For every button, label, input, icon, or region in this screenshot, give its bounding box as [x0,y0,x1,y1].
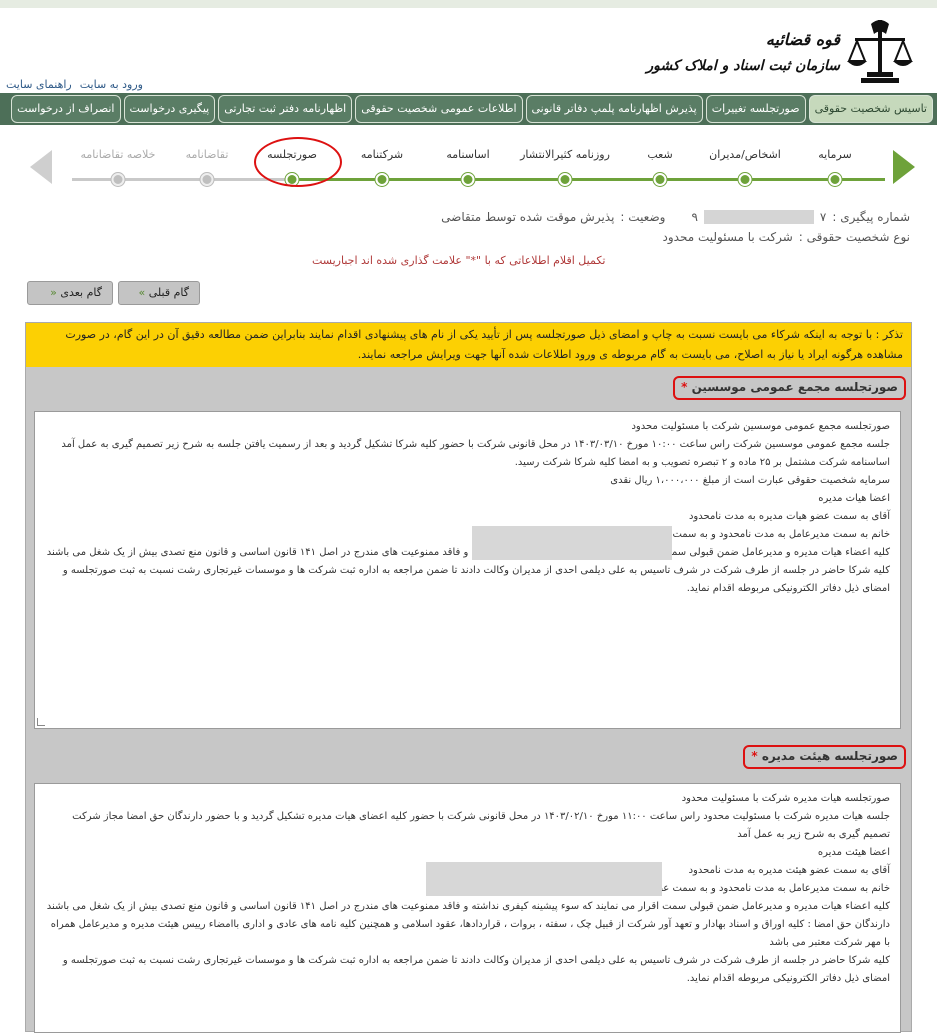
notice-banner: تذکر : با توجه به اینکه شرکاء می بایست ن… [26,323,911,367]
request-info: شماره پیگیری : ۷ ۹ وضعیت : پذیرش موقت شد… [441,207,910,247]
text-line: جلسه مجمع عمومی موسسین شرکت راس ساعت ۱۰:… [61,439,890,450]
step-dot [738,173,752,186]
section-title-founders-meeting: صورتجلسه مجمع عمومی موسسین * [673,376,906,400]
logo-subtitle: سازمان ثبت اسناد و املاک کشور [646,58,840,74]
step-forward-arrow-icon[interactable] [893,150,915,184]
scales-emblem-icon [847,20,913,83]
resize-grip-icon[interactable] [37,718,45,726]
step-persons[interactable]: اشخاص/مدیران [709,148,781,161]
step-dot [200,173,214,186]
board-meeting-textarea[interactable]: صورتجلسه هیات مدیره شرکت با مسئولیت محدو… [34,783,901,1033]
tracking-suffix: ۹ [691,210,698,224]
login-link[interactable]: ورود به سایت [80,78,143,91]
step-application-summary[interactable]: خلاصه تقاضانامه [81,148,156,161]
current-step-highlight [254,137,342,187]
step-newspaper[interactable]: روزنامه کثیرالانتشار [520,148,610,161]
text-line: اعضا هیئت مدیره [817,847,890,858]
header-links: ورود به سایت راهنمای سایت [6,78,143,91]
step-dot [461,173,475,186]
step-capital[interactable]: سرمایه [818,148,852,161]
founders-meeting-textarea[interactable]: صورتجلسه مجمع عمومی موسسین شرکت با مسئول… [34,411,901,729]
chevron-right-icon: » [138,286,146,299]
text-line: کلیه شرکا حاضر در جلسه از طرف شرکت در شر… [62,955,890,984]
step-dot [111,173,125,186]
tab-general-info[interactable]: اطلاعات عمومی شخصیت حقوقی [355,95,523,123]
tab-cancel-request[interactable]: انصراف از درخواست [11,95,121,123]
text-line: اساسنامه شرکت مشتمل بر ۲۵ ماده و ۲ تبصره… [514,457,890,468]
text-line: آقای به سمت عضو هیات مدیره به مدت نامحدو… [688,511,890,522]
step-back-arrow-icon[interactable] [30,150,52,184]
step-branches[interactable]: شعب [647,148,672,161]
text-line: کلیه اعضاء هیات مدیره و مدیرعامل ضمن قبو… [46,547,890,558]
text-line: سرمایه شخصیت حقوقی عبارت است از مبلغ ۱،۰… [610,475,890,486]
step-application[interactable]: تقاضانامه [186,148,229,161]
step-dot [558,173,572,186]
status-label: وضعیت : [620,210,666,224]
text-line: جلسه هیات مدیره شرکت با مسئولیت محدود را… [72,811,890,840]
site-header: قوه قضائیه سازمان ثبت اسناد و املاک کشور… [0,8,937,91]
tab-commercial-register[interactable]: اظهارنامه دفتر ثبت تجارتی [218,95,353,123]
required-star-icon: * [681,380,688,394]
text-line: خانم به سمت مدیرعامل به مدت نامحدود و به… [501,529,890,540]
wizard-steps: سرمایه اشخاص/مدیران شعب روزنامه کثیرالان… [30,140,915,195]
status-value: پذیرش موقت شده توسط متقاضی [441,210,615,224]
step-partnership[interactable]: شرکتنامه [361,148,403,161]
redacted-names [426,862,662,896]
tab-changes-minutes[interactable]: صورتجلسه تغییرات [705,95,806,123]
step-dot [653,173,667,186]
chevron-left-icon: « [50,286,57,299]
required-fields-hint: تکمیل اقلام اطلاعاتی که با "*" علامت گذا… [312,254,606,267]
tracking-label: شماره پیگیری : [832,210,910,224]
previous-step-button[interactable]: گام قبلی » [118,281,200,305]
section-title-board-meeting: صورتجلسه هیئت مدیره * [743,745,906,769]
logo-title: قوه قضائیه [765,30,840,49]
text-line: صورتجلسه مجمع عمومی موسسین شرکت با مسئول… [631,421,890,432]
text-line: دارندگان حق امضا : کلیه اوراق و اسناد به… [50,919,890,948]
redacted-tracking-number [703,210,814,224]
judiciary-logo: قوه قضائیه سازمان ثبت اسناد و املاک کشور [646,14,915,90]
minutes-panel: تذکر : با توجه به اینکه شرکاء می بایست ن… [25,322,912,1033]
progress-track-remaining [72,178,292,181]
step-dot [375,173,389,186]
previous-step-label: گام قبلی [148,286,189,299]
tab-establishment[interactable]: تاسیس شخصیت حقوقی [808,95,933,123]
top-strip [0,0,937,8]
help-link[interactable]: راهنمای سایت [6,78,72,91]
next-step-label: گام بعدی [60,286,102,299]
redacted-names [472,526,672,560]
text-line: اعضا هیات مدیره [818,493,890,504]
main-nav: تاسیس شخصیت حقوقی صورتجلسه تغییرات پذیرش… [0,93,937,125]
tab-ledger-sealing[interactable]: پذیرش اظهارنامه پلمپ دفاتر قانونی [525,95,703,123]
step-dot [828,173,842,186]
required-star-icon: * [751,749,758,763]
text-line: صورتجلسه هیات مدیره شرکت با مسئولیت محدو… [681,793,890,804]
step-articles[interactable]: اساسنامه [446,148,489,161]
text-line: کلیه اعضاء هیات مدیره و مدیرعامل ضمن قبو… [46,901,890,912]
entity-type-value: شرکت با مسئولیت محدود [662,230,793,244]
tracking-prefix: ۷ [819,210,827,224]
next-step-button[interactable]: گام بعدی « [27,281,113,305]
entity-type-label: نوع شخصیت حقوقی : [798,230,910,244]
tab-track-request[interactable]: پیگیری درخواست [123,95,216,123]
text-line: کلیه شرکا حاضر در جلسه از طرف شرکت در شر… [62,565,890,594]
